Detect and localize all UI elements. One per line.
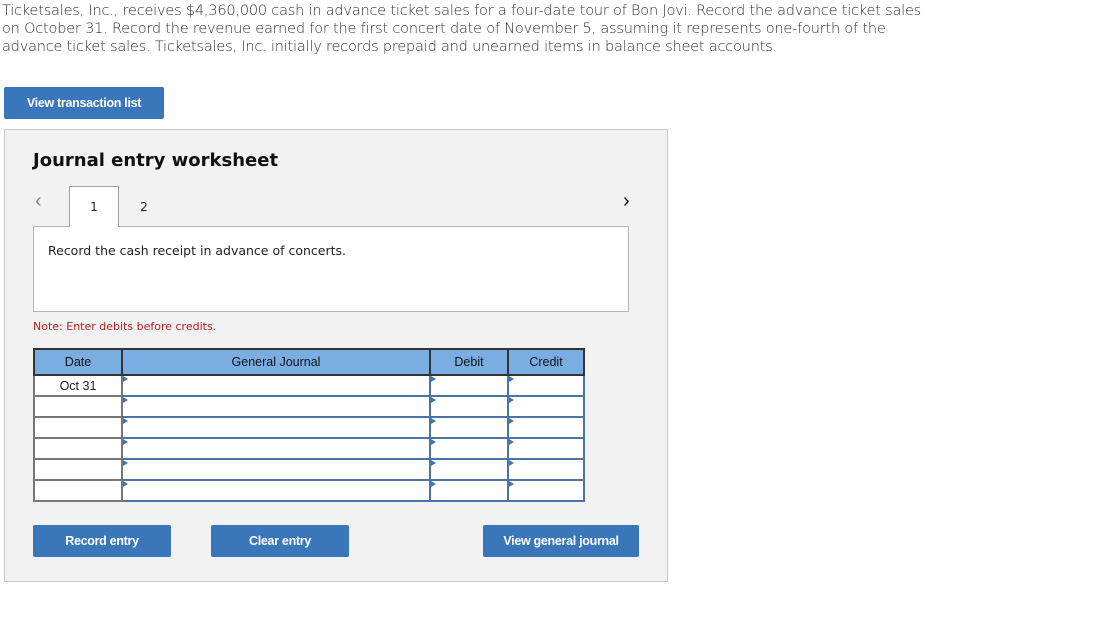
worksheet-title: Journal entry worksheet <box>33 150 279 171</box>
instruction-text: Record the cash receipt in advance of co… <box>48 243 347 258</box>
credit-input[interactable] <box>507 479 585 502</box>
date-cell <box>33 395 123 418</box>
header-credit: Credit <box>507 348 585 376</box>
view-transaction-list-button[interactable]: View transaction list <box>4 87 164 119</box>
credit-input[interactable] <box>507 458 585 481</box>
table-row <box>33 395 585 418</box>
table-row <box>33 437 585 460</box>
journal-table: Date General Journal Debit Credit Oct 31 <box>33 348 585 502</box>
debit-input[interactable] <box>429 395 509 418</box>
date-cell <box>33 458 123 481</box>
table-header-row: Date General Journal Debit Credit <box>33 348 585 376</box>
account-input[interactable] <box>121 395 431 418</box>
note-text: Note: Enter debits before credits. <box>33 320 217 333</box>
credit-input[interactable] <box>507 374 585 397</box>
debit-input[interactable] <box>429 458 509 481</box>
date-cell: Oct 31 <box>33 374 123 397</box>
credit-input[interactable] <box>507 416 585 439</box>
account-input[interactable] <box>121 374 431 397</box>
account-input[interactable] <box>121 437 431 460</box>
header-date: Date <box>33 348 123 376</box>
table-row <box>33 479 585 502</box>
credit-input[interactable] <box>507 437 585 460</box>
date-cell <box>33 437 123 460</box>
chevron-left-icon[interactable]: ‹ <box>35 190 42 213</box>
date-cell <box>33 416 123 439</box>
debit-input[interactable] <box>429 437 509 460</box>
debit-input[interactable] <box>429 416 509 439</box>
header-general-journal: General Journal <box>121 348 431 376</box>
problem-statement: Ticketsales, Inc., receives $4,360,000 c… <box>2 3 922 55</box>
table-row: Oct 31 <box>33 374 585 397</box>
account-input[interactable] <box>121 479 431 502</box>
clear-entry-button[interactable]: Clear entry <box>211 525 349 557</box>
date-cell <box>33 479 123 502</box>
chevron-right-icon[interactable]: › <box>623 190 630 213</box>
record-entry-button[interactable]: Record entry <box>33 525 171 557</box>
view-general-journal-button[interactable]: View general journal <box>483 525 639 557</box>
instruction-box: Record the cash receipt in advance of co… <box>33 226 629 312</box>
debit-input[interactable] <box>429 479 509 502</box>
account-input[interactable] <box>121 458 431 481</box>
account-input[interactable] <box>121 416 431 439</box>
table-row <box>33 458 585 481</box>
journal-entry-worksheet-panel: Journal entry worksheet ‹ 1 2 › Record t… <box>4 129 668 582</box>
tab-2[interactable]: 2 <box>120 186 168 227</box>
credit-input[interactable] <box>507 395 585 418</box>
tab-1[interactable]: 1 <box>69 186 119 227</box>
header-debit: Debit <box>429 348 509 376</box>
table-row <box>33 416 585 439</box>
debit-input[interactable] <box>429 374 509 397</box>
